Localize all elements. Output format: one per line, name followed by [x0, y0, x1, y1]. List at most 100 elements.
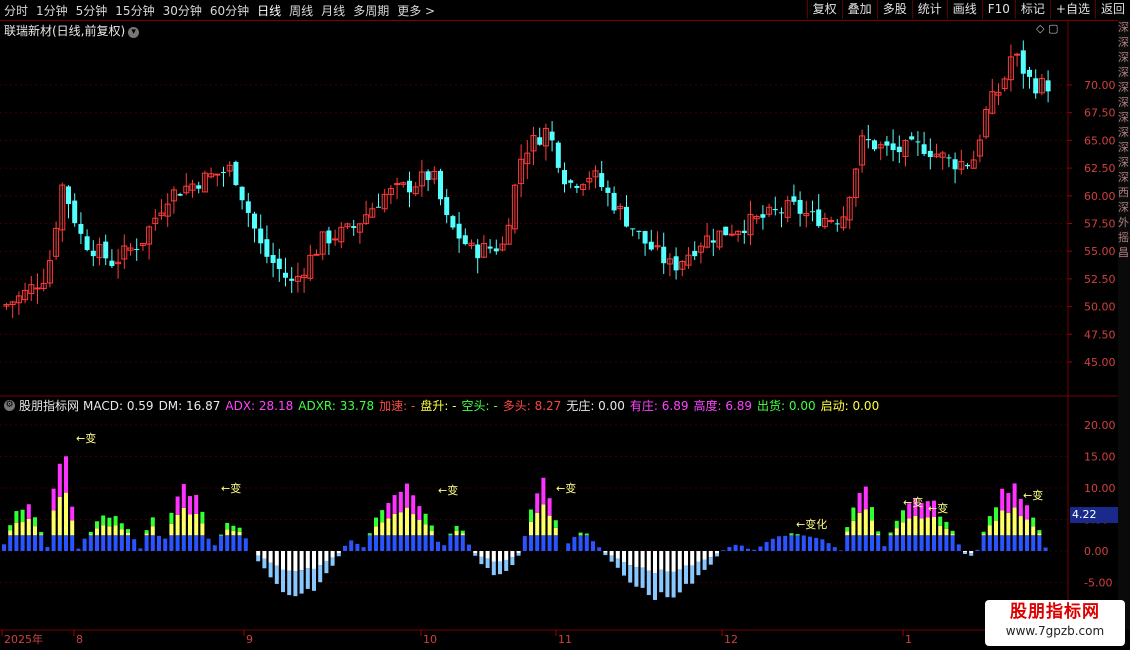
hist-yellow	[175, 514, 180, 536]
hist-yellow	[541, 504, 546, 536]
hist-neg-white	[479, 551, 484, 557]
hist-neg-blue	[479, 556, 484, 565]
chart-title[interactable]: 联瑞新材(日线,前复权) ▾	[4, 22, 140, 39]
hist-blue	[529, 535, 533, 551]
sidebar-text: 深 深 深 深 深 深 深 深 深 深 深 西 深 外 摇 昌	[1118, 21, 1129, 259]
hist-top	[1000, 488, 1005, 511]
hist-yellow	[88, 534, 93, 536]
hist-blue	[119, 535, 124, 551]
hist-neg-blue	[653, 573, 657, 600]
hist-neg-blue	[702, 559, 707, 570]
gear-icon[interactable]: ⚙	[4, 400, 15, 411]
hist-top	[584, 533, 589, 536]
hist-blue	[237, 535, 242, 551]
hist-neg-white	[702, 551, 707, 560]
annotation-label: ←变	[556, 481, 576, 495]
hist-blue	[163, 538, 168, 551]
hist-top	[39, 531, 44, 535]
hist-yellow	[1025, 519, 1029, 536]
hist-blue	[411, 535, 416, 551]
hist-yellow	[981, 534, 986, 536]
hist-blue	[144, 535, 149, 551]
hist-yellow	[529, 521, 533, 536]
chart-canvas[interactable]: 70.00 67.50 65.00 62.50 60.00 57.50 55.00 52.50…	[0, 0, 1130, 650]
hist-yellow	[894, 528, 899, 536]
hist-top	[529, 509, 533, 522]
chevron-down-icon[interactable]: ▾	[128, 27, 140, 38]
hist-blue	[386, 535, 391, 551]
indicator-values: MACD: 0.59 DM: 16.87 ADX: 28.18 ADXR: 33.78…	[83, 397, 884, 414]
hist-neg-blue	[498, 561, 502, 575]
hist-yellow	[547, 515, 552, 536]
price-axis-label: 60.00	[1084, 190, 1116, 203]
hist-blue	[467, 544, 471, 551]
hist-yellow	[987, 525, 992, 536]
candle-down	[196, 185, 202, 189]
annotation-label: ←变	[928, 501, 948, 515]
hist-top	[1031, 517, 1036, 527]
hist-blue	[343, 545, 347, 551]
hist-yellow	[405, 507, 409, 536]
hist-blue	[882, 546, 887, 551]
hist-blue	[460, 535, 465, 551]
time-axis-label: 12	[724, 633, 738, 646]
hist-neg-blue	[671, 571, 676, 598]
indicator-name[interactable]: 股朋指标网	[19, 397, 79, 414]
candle-down	[741, 230, 747, 234]
right-sidebar[interactable]: 深 深 深 深 深 深 深 深 深 深 深 西 深 外 摇 昌	[1118, 20, 1130, 630]
candle-down	[965, 164, 970, 167]
hist-yellow	[994, 520, 998, 536]
hist-neg-blue	[312, 568, 316, 591]
hist-neg-blue	[715, 553, 719, 557]
hist-top	[981, 531, 986, 535]
hist-blue	[150, 535, 155, 551]
hist-neg-white	[622, 551, 626, 563]
hist-top	[423, 513, 428, 525]
candle-down	[797, 200, 803, 214]
indicator-value-9: 有庄: 6.89	[629, 399, 689, 413]
hist-blue	[448, 535, 453, 551]
hist-neg-blue	[268, 562, 273, 578]
hist-neg-blue	[293, 571, 298, 597]
hist-blue	[851, 535, 856, 551]
hist-neg-blue	[510, 557, 515, 566]
hist-blue	[355, 543, 360, 551]
hist-top	[876, 531, 881, 534]
candle-down	[562, 170, 567, 185]
hist-blue	[39, 535, 44, 551]
hist-blue	[584, 535, 589, 551]
window-icon[interactable]: ▢	[1048, 22, 1058, 35]
hist-yellow	[429, 530, 434, 536]
hist-blue	[2, 544, 6, 551]
diamond-icon[interactable]: ◇	[1036, 22, 1044, 35]
hist-blue	[436, 541, 440, 551]
hist-blue	[820, 539, 825, 551]
candle-down	[760, 214, 766, 218]
hist-blue	[876, 535, 881, 551]
hist-blue	[212, 545, 217, 551]
annotation-label: ←变	[221, 481, 241, 495]
hist-blue	[64, 535, 68, 551]
hist-blue	[107, 535, 112, 551]
hist-yellow	[181, 507, 186, 536]
hist-yellow	[1000, 510, 1005, 536]
hist-neg-white	[696, 551, 701, 562]
hist-blue	[101, 535, 106, 551]
hist-neg-blue	[646, 570, 651, 596]
candle-down	[946, 157, 952, 159]
candle-down	[283, 272, 288, 278]
hist-yellow	[578, 534, 583, 536]
hist-blue	[801, 535, 806, 551]
hist-blue	[795, 535, 800, 551]
hist-blue	[231, 535, 236, 551]
hist-top	[553, 520, 558, 528]
hist-top	[944, 521, 949, 529]
hist-neg-blue	[622, 562, 626, 576]
hist-blue	[932, 535, 936, 551]
hist-blue	[907, 535, 912, 551]
hist-yellow	[863, 509, 868, 536]
price-axis-label: 55.00	[1084, 245, 1116, 258]
hist-yellow	[553, 527, 558, 536]
hist-neg-white	[646, 551, 651, 571]
price-axis-label: 52.50	[1084, 273, 1116, 286]
